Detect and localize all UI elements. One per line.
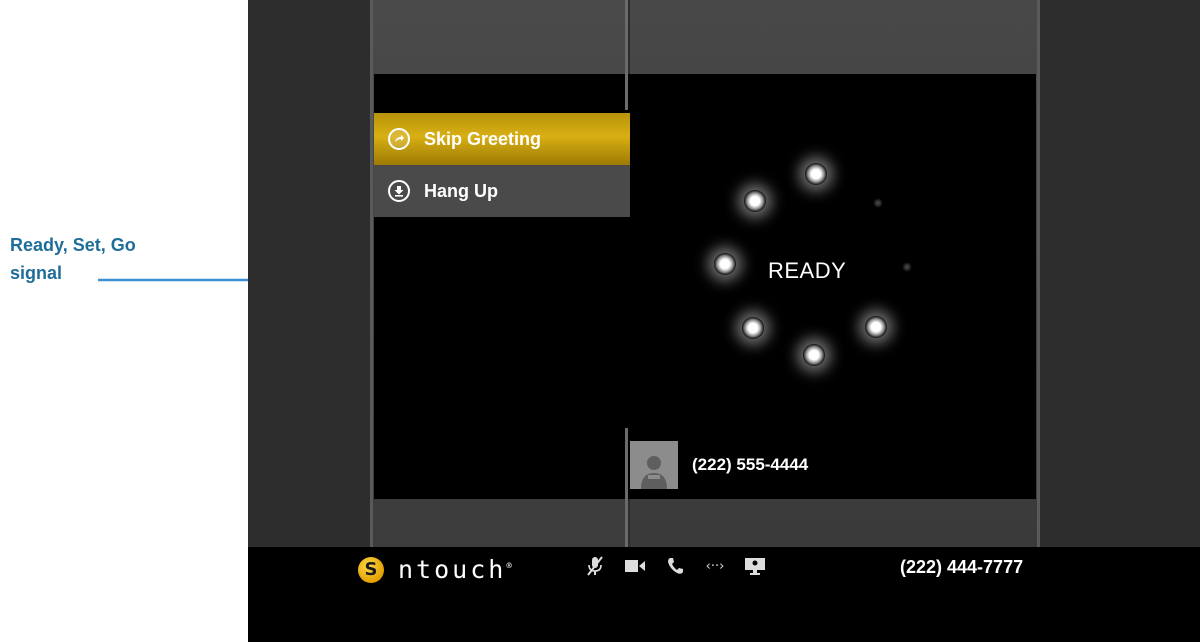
my-phone-number: (222) 444-7777 [900, 557, 1024, 577]
video-camera-icon[interactable] [624, 555, 646, 577]
ready-light-3 [902, 262, 912, 272]
skip-greeting-button[interactable]: Skip Greeting [374, 113, 630, 165]
panel-edge-left [370, 0, 373, 547]
ready-light-1 [805, 163, 827, 185]
screen-share-icon[interactable] [744, 555, 766, 577]
ready-status-text: READY [768, 258, 847, 283]
ready-light-5 [803, 344, 825, 366]
caller-info: (222) 555-4444 [630, 441, 808, 489]
ready-light-4 [865, 316, 887, 338]
call-menu: Skip Greeting Hang Up [374, 113, 630, 217]
divider-top [625, 0, 628, 110]
brand-name: ntouch® [398, 555, 512, 584]
hang-up-button[interactable]: Hang Up [374, 165, 630, 217]
skip-greeting-label: Skip Greeting [424, 128, 542, 149]
share-text-icon[interactable]: ‹··› [704, 555, 726, 577]
phone-icon[interactable] [664, 555, 686, 577]
divider-bottom [625, 428, 628, 547]
ntouch-app-window: Skip Greeting Hang Up READY (222) 555-44… [248, 0, 1200, 642]
ready-light-7 [714, 253, 736, 275]
call-controls: ‹··› [584, 555, 766, 577]
caller-phone-number: (222) 555-4444 [692, 455, 809, 474]
ready-light-6 [742, 317, 764, 339]
person-icon [630, 441, 678, 489]
panel-edge-right [1037, 0, 1040, 547]
hang-up-down-arrow-icon [388, 180, 410, 202]
skip-arrow-icon [388, 128, 410, 150]
bottom-toolbar: S ntouch® ‹··› (222) 444-7777 [248, 547, 1200, 642]
sorenson-logo-icon: S [358, 556, 384, 583]
mic-muted-icon[interactable] [584, 555, 606, 577]
hang-up-label: Hang Up [424, 180, 498, 201]
ready-light-2 [873, 198, 883, 208]
ntouch-logo: S ntouch® [358, 555, 512, 584]
ready-light-8 [744, 190, 766, 212]
